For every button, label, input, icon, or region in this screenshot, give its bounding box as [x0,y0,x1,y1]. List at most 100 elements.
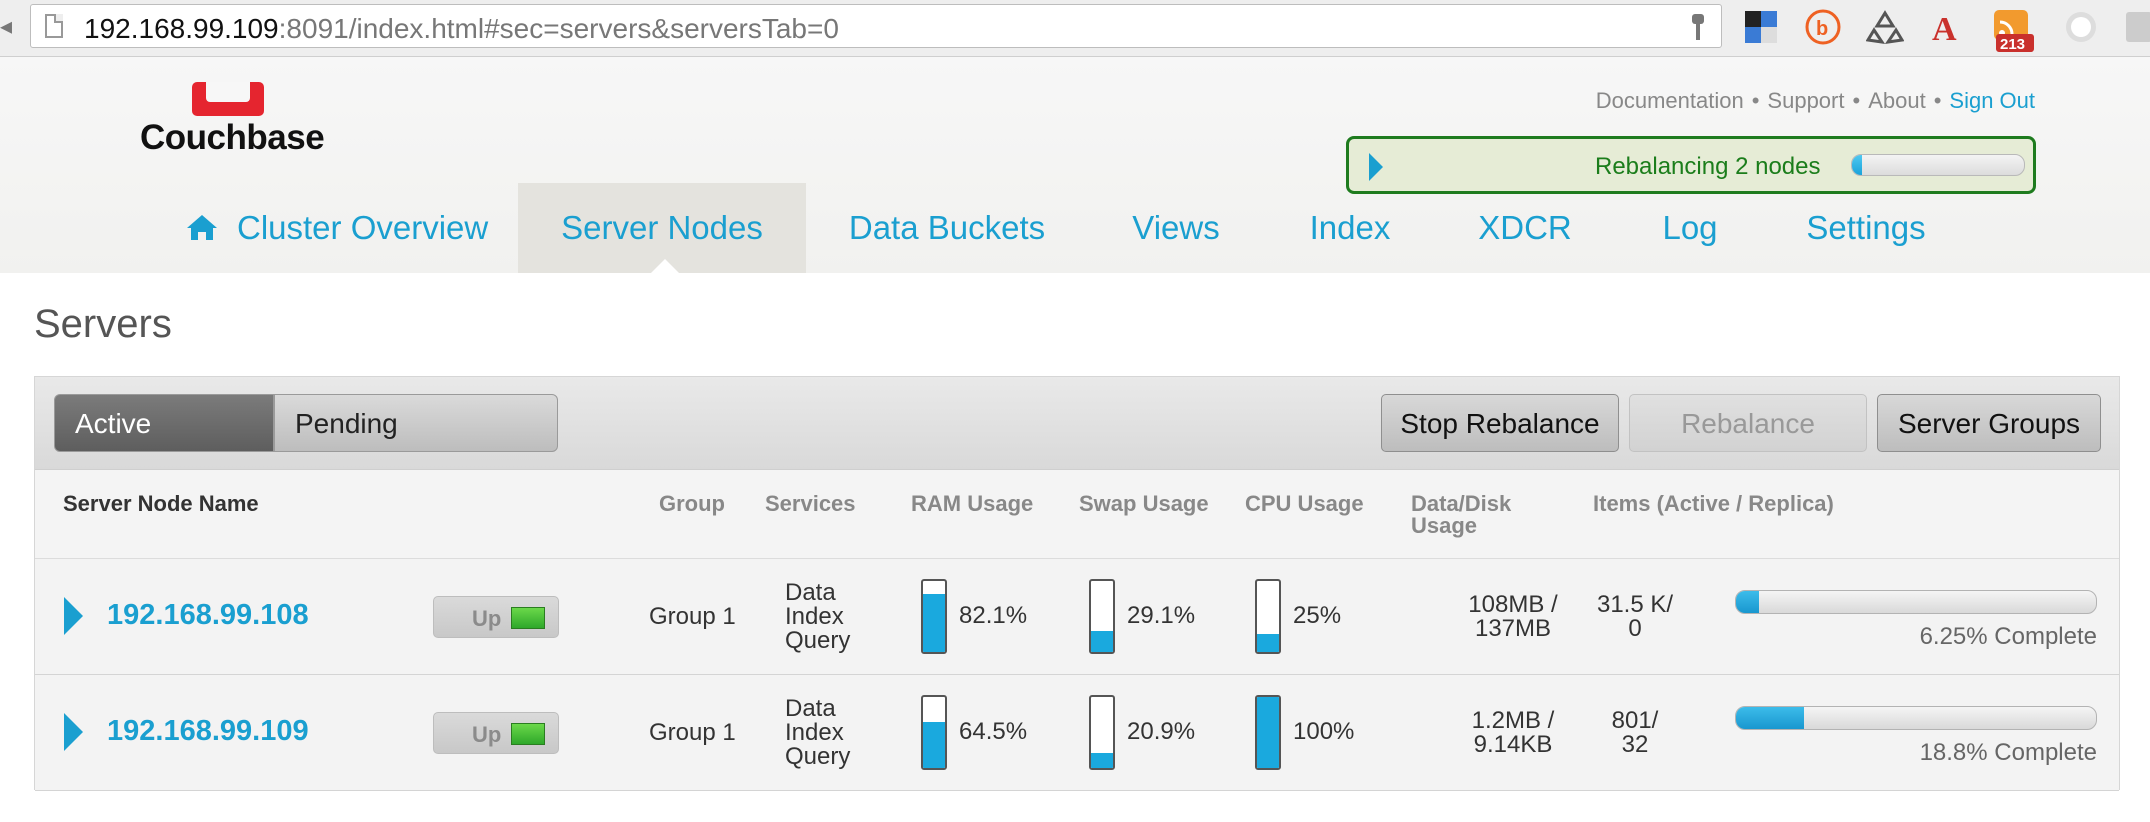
documentation-link[interactable]: Documentation [1596,88,1744,113]
nav-data-buckets[interactable]: Data Buckets [832,183,1062,273]
rebalance-progress-bar [1851,154,2025,176]
link-separator: • [1751,88,1760,113]
cpu-gauge [1255,579,1281,654]
server-node-name[interactable]: 192.168.99.109 [107,715,309,748]
items-active: 801/ [1611,707,1659,734]
rebalance-progress-fill [1852,155,1863,175]
data-disk-usage: 108MB / 137MB [1445,593,1581,641]
bitly-icon[interactable]: b [1804,8,1842,46]
theme-icon[interactable] [2062,8,2100,46]
font-icon[interactable]: A [1928,8,1966,46]
rebalance-status-text: Rebalancing 2 nodes [1595,153,1821,180]
service-item: Query [785,743,851,770]
server-group: Group 1 [649,719,736,746]
cpu-usage-value: 25% [1293,602,1342,629]
key-icon[interactable] [1691,13,1705,41]
sign-out-link[interactable]: Sign Out [1949,88,2035,113]
expand-row-icon[interactable] [64,713,83,751]
cpu-gauge-fill [1257,697,1279,768]
support-link[interactable]: Support [1767,88,1844,113]
recycle-icon[interactable] [1866,8,1904,46]
address-bar[interactable]: 192.168.99.109:8091/index.html#sec=serve… [30,4,1722,48]
rebalance-progress-label: 6.25% Complete [1919,623,2097,650]
table-row[interactable]: 192.168.99.109 Up Group 1 Data Index Que… [35,675,2119,791]
status-badge: Up [433,596,559,638]
swap-gauge-fill [1091,753,1113,768]
ram-gauge [921,695,947,770]
expand-row-icon[interactable] [64,597,83,635]
servers-toolbar: Active Servers Pending Rebalance Stop Re… [35,377,2119,497]
extension-icon[interactable] [2122,8,2150,46]
nav-cluster-overview[interactable]: Cluster Overview [170,183,490,273]
items-count: 801/ 32 [1575,709,1695,757]
column-header-name: Server Node Name [63,491,259,516]
logo-text[interactable]: Couchbase [140,118,325,158]
cpu-gauge-fill [1257,634,1279,652]
rebalance-progress-bar [1735,590,2097,614]
status-badge: Up [433,712,559,754]
table-header: Server Node Name Group Services RAM Usag… [35,470,2119,559]
home-icon [187,215,217,240]
nav-log[interactable]: Log [1640,183,1740,273]
service-item: Data [785,695,836,722]
column-header-ram: RAM Usage [911,491,1034,516]
service-item: Query [785,627,851,654]
stop-rebalance-button[interactable]: Stop Rebalance [1381,394,1619,452]
column-header-data-disk: Data/Disk Usage [1411,493,1511,537]
items-active: 31.5 K/ [1596,591,1674,618]
column-header-items: Items (Active / Replica) [1593,491,1834,516]
service-item: Index [785,603,844,630]
tab-pending-rebalance[interactable]: Pending Rebalance [274,394,558,497]
status-led-icon [511,723,545,745]
nav-index[interactable]: Index [1290,183,1410,273]
swap-usage-value: 20.9% [1127,718,1196,745]
column-header-services: Services [765,491,856,516]
status-text: Up [472,722,502,747]
server-services: Data Index Query [785,697,850,769]
column-header-swap: Swap Usage [1079,491,1209,516]
about-link[interactable]: About [1868,88,1926,113]
url-path: :8091/index.html#sec=servers&serversTab=… [278,13,839,44]
cpu-gauge [1255,695,1281,770]
swap-usage-value: 29.1% [1127,602,1196,629]
delicious-icon[interactable] [1742,8,1780,46]
column-header-data-disk-line1: Data/Disk [1411,491,1512,516]
swap-gauge [1089,695,1115,770]
link-separator: • [1933,88,1942,113]
table-row[interactable]: 192.168.99.108 Up Group 1 Data Index Que… [35,559,2119,675]
items-replica: 32 [1621,731,1649,758]
data-disk-total: 137MB [1474,615,1552,642]
server-group: Group 1 [649,603,736,630]
ram-gauge-fill [923,722,945,768]
nav-label: Cluster Overview [237,209,489,246]
svg-text:A: A [1932,11,1957,46]
server-node-name[interactable]: 192.168.99.108 [107,599,309,632]
data-disk-usage: 1.2MB / 9.14KB [1445,709,1581,757]
link-separator: • [1852,88,1861,113]
nav-xdcr[interactable]: XDCR [1460,183,1590,273]
servers-panel: Active Servers Pending Rebalance Stop Re… [34,376,2120,791]
status-text: Up [472,606,502,631]
items-replica: 0 [1628,615,1642,642]
rss-icon[interactable]: 213 [1992,8,2036,54]
back-icon[interactable]: ◂ [0,12,12,41]
data-disk-used: 1.2MB / [1471,707,1555,734]
status-led-icon [511,607,545,629]
tab-active-servers[interactable]: Active Servers [54,394,274,497]
swap-gauge [1089,579,1115,654]
couchbase-logo-icon [192,82,264,116]
top-links: Documentation • Support • About • Sign Out [1596,88,2035,114]
service-item: Data [785,579,836,606]
ram-gauge-fill [923,593,945,652]
svg-text:b: b [1816,18,1828,40]
ram-gauge [921,579,947,654]
server-groups-button[interactable]: Server Groups [1877,394,2101,452]
column-header-group: Group [659,491,725,516]
rebalance-button[interactable]: Rebalance [1629,394,1867,452]
expand-arrow-icon[interactable] [1369,153,1383,181]
page-icon [45,14,63,38]
nav-views[interactable]: Views [1112,183,1240,273]
page-title: Servers [34,302,172,346]
nav-settings[interactable]: Settings [1790,183,1942,273]
column-header-data-disk-line2: Usage [1411,513,1478,538]
